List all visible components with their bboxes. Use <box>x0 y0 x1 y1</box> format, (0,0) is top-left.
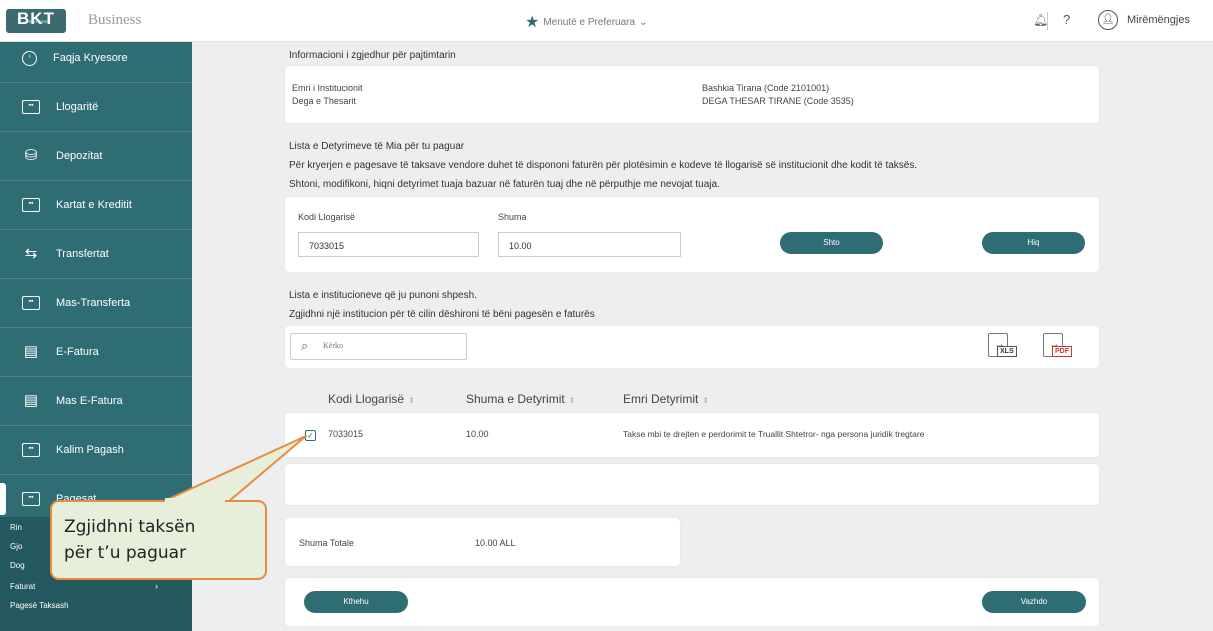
sidebar-item-e-invoice[interactable]: ▤ E-Fatura <box>0 328 192 377</box>
continue-button[interactable]: Vazhdo <box>982 591 1086 613</box>
greeting-text: Mirëmëngjes <box>1127 14 1190 26</box>
main-content: Informacioni i zgjedhur për pajtimtarin … <box>192 42 1213 631</box>
row-name: Takse mbi te drejten e perdorimit te Tru… <box>623 429 925 439</box>
submenu-item[interactable]: Gjo <box>10 542 22 551</box>
branch-value: DEGA THESAR TIRANE (Code 3535) <box>702 96 854 106</box>
institutions-title: Lista e institucioneve që ju punoni shpe… <box>289 290 477 301</box>
favorites-menu[interactable]: ★ Menutë e Preferuara ⌄ <box>525 12 647 32</box>
institution-label: Emri i Institucionit <box>292 83 363 93</box>
row-amount: 10.00 <box>466 429 489 439</box>
info-title: Informacioni i zgjedhur për pajtimtarin <box>289 50 456 61</box>
callout-line-1: Zgjidhni taksën <box>64 517 196 537</box>
home-icon: › <box>22 50 37 66</box>
sort-icon: ⬍ <box>568 396 576 405</box>
search-icon: ⌕ <box>301 338 309 353</box>
submenu-item-faturat[interactable]: Faturat <box>10 582 35 591</box>
sort-icon: ⬍ <box>408 396 415 405</box>
row-checkbox[interactable]: ✓ <box>305 430 316 441</box>
mass-invoice-icon: ▤ <box>23 392 39 409</box>
bkt-logo[interactable]: BKT BANKA KOMBËTARE TREGTARE <box>6 0 66 33</box>
export-pdf-button[interactable]: → PDF <box>1040 333 1072 361</box>
favorites-label: Menutë e Preferuara <box>543 16 636 28</box>
submenu-item[interactable]: Dog <box>10 561 25 570</box>
institutions-subtitle: Zgjidhni një institucion për të cilin dë… <box>289 309 595 320</box>
star-icon: ★ <box>525 14 540 31</box>
xls-label: XLS <box>997 346 1017 357</box>
sidebar-item-deposits[interactable]: ⛁ Depozitat <box>0 132 192 181</box>
obligations-instructions-2: Shtoni, modifikoni, hiqni detyrimet tuaj… <box>289 179 720 190</box>
submenu-item[interactable]: Rin <box>10 523 22 532</box>
help-icon[interactable]: ? <box>1063 12 1070 27</box>
transfer-icon: ⇆ <box>24 245 38 262</box>
sidebar-item-label: Faqja Kryesore <box>53 52 128 64</box>
back-button[interactable]: Kthehu <box>304 591 408 613</box>
account-code-input[interactable]: 7033015 <box>298 232 479 257</box>
mass-transfer-icon: ▪▪ <box>22 296 40 310</box>
column-header-account[interactable]: Kodi Llogarisë ⬍ <box>328 392 415 406</box>
sidebar-item-mass-transfers[interactable]: ▪▪ Mas-Transferta <box>0 279 192 328</box>
export-xls-button[interactable]: → XLS <box>985 333 1017 361</box>
sidebar-item-label: Mas-Transferta <box>56 297 131 309</box>
total-label: Shuma Totale <box>299 538 354 548</box>
salary-icon: ▪▪ <box>22 443 40 457</box>
sidebar-item-label: E-Fatura <box>56 346 99 358</box>
chevron-down-icon: ⌄ <box>639 16 648 28</box>
amount-label: Shuma <box>498 212 527 222</box>
sidebar-item-accounts[interactable]: ▪▪ Llogaritë <box>0 83 192 132</box>
sidebar-item-home[interactable]: › Faqja Kryesore <box>0 34 192 83</box>
sidebar-item-mass-e-invoice[interactable]: ▤ Mas E-Fatura <box>0 377 192 426</box>
sidebar-item-label: Transfertat <box>56 248 109 260</box>
tutorial-callout: Zgjidhni taksën për t’u paguar <box>50 500 267 580</box>
sidebar-item-transfers[interactable]: ⇆ Transfertat <box>0 230 192 279</box>
submenu-item-pagese-taksash[interactable]: Pagesë Taksash <box>10 601 69 610</box>
row-account: 7033015 <box>328 429 364 439</box>
institution-value: Bashkia Tirana (Code 2101001) <box>702 83 830 93</box>
invoice-icon: ▤ <box>23 343 39 360</box>
sidebar-item-label: Depozitat <box>56 150 103 162</box>
add-button[interactable]: Shto <box>780 232 883 254</box>
sidebar-item-label: Kartat e Kreditit <box>56 199 132 211</box>
divider <box>1047 12 1048 30</box>
pdf-label: PDF <box>1052 346 1072 357</box>
payments-icon: ▪▪ <box>22 492 40 506</box>
sort-icon: ⬍ <box>702 396 710 405</box>
brand-label: Business <box>88 12 142 28</box>
total-value: 10.00 ALL <box>475 538 516 548</box>
chevron-right-icon: › <box>155 581 158 591</box>
account-code-label: Kodi Llogarisë <box>298 212 356 222</box>
column-header-amount[interactable]: Shuma e Detyrimit ⬍ <box>466 392 575 406</box>
credit-card-icon: ▪▪ <box>22 198 40 212</box>
sidebar-item-label: Llogaritë <box>56 101 99 113</box>
search-input[interactable] <box>323 341 423 350</box>
deposit-icon: ⛁ <box>24 147 38 164</box>
obligations-title: Lista e Detyrimeve të Mia për tu paguar <box>289 141 465 152</box>
account-card-icon: ▪▪ <box>22 100 40 114</box>
empty-row <box>285 464 1099 505</box>
column-header-name[interactable]: Emri Detyrimit ⬍ <box>623 392 709 406</box>
branch-label: Dega e Thesarit <box>292 96 356 106</box>
sidebar-item-label: Mas E-Fatura <box>56 395 123 407</box>
bell-icon[interactable]: 🔔︎ <box>1033 13 1048 27</box>
amount-input[interactable]: 10.00 <box>498 232 681 257</box>
search-box[interactable]: ⌕ <box>290 333 467 360</box>
obligations-instructions-1: Për kryerjen e pagesave të taksave vendo… <box>289 160 918 171</box>
remove-button[interactable]: Hiq <box>982 232 1085 254</box>
info-card <box>285 66 1099 123</box>
sidebar-item-credit-cards[interactable]: ▪▪ Kartat e Kreditit <box>0 181 192 230</box>
user-avatar-icon[interactable]: 👤︎ <box>1098 10 1118 30</box>
sidebar-item-salary[interactable]: ▪▪ Kalim Pagash <box>0 426 192 475</box>
sidebar-item-label: Kalim Pagash <box>56 444 124 456</box>
callout-line-2: për t’u paguar <box>64 543 187 563</box>
